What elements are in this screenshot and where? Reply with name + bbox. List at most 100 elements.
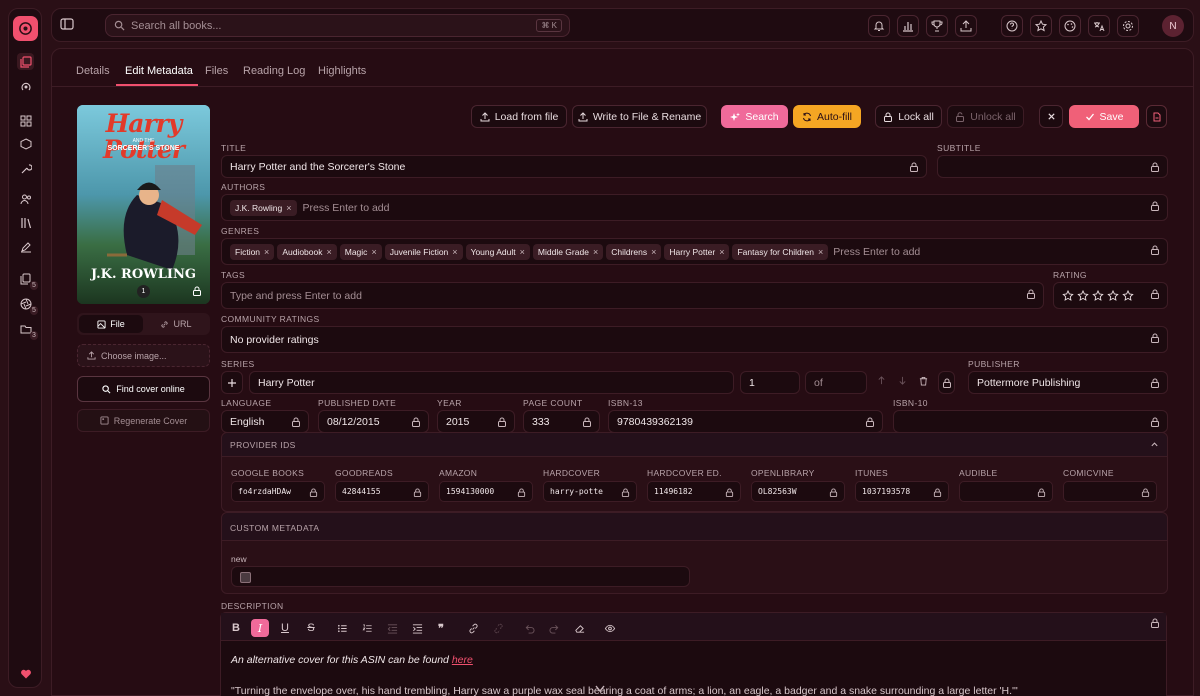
provider-lock-icon[interactable] — [410, 485, 424, 499]
package-icon[interactable] — [17, 135, 34, 152]
language-lock-icon[interactable] — [289, 415, 303, 429]
write-to-file-button[interactable]: Write to File & Rename — [572, 105, 707, 128]
remove-genre-icon[interactable]: × — [326, 247, 331, 257]
tags-field[interactable]: Type and press Enter to add — [221, 282, 1044, 309]
remove-genre-icon[interactable]: × — [719, 247, 724, 257]
provider-id-field[interactable]: 1594130000 — [439, 481, 533, 502]
description-lock-icon[interactable] — [1150, 618, 1160, 628]
save-button[interactable]: Save — [1069, 105, 1139, 128]
dashboard-icon[interactable] — [17, 112, 34, 129]
year-field[interactable]: 2015 — [437, 410, 515, 433]
remove-genre-icon[interactable]: × — [452, 247, 457, 257]
genres-lock-icon[interactable] — [1148, 243, 1162, 257]
description-link[interactable]: here — [452, 654, 473, 666]
title-field[interactable]: Harry Potter and the Sorcerer's Stone — [221, 155, 927, 178]
isbn13-lock-icon[interactable] — [863, 415, 877, 429]
title-lock-icon[interactable] — [907, 160, 921, 174]
series-total-field[interactable]: of — [805, 371, 867, 394]
avatar[interactable]: N — [1162, 15, 1184, 37]
provider-id-field[interactable]: fo4rzdaHDAw — [231, 481, 325, 502]
blockquote-icon[interactable]: ❞ — [432, 619, 450, 637]
provider-lock-icon[interactable] — [1034, 485, 1048, 499]
outdent-icon[interactable] — [383, 619, 401, 637]
heart-icon[interactable] — [17, 665, 34, 682]
find-cover-button[interactable]: Find cover online — [77, 376, 210, 402]
provider-lock-icon[interactable] — [826, 485, 840, 499]
provider-lock-icon[interactable] — [618, 485, 632, 499]
rating-lock-icon[interactable] — [1148, 287, 1162, 301]
help-button[interactable] — [1001, 15, 1023, 37]
authors-field[interactable]: J.K. Rowling × Press Enter to add — [221, 194, 1168, 221]
unlock-all-button[interactable]: Unlock all — [947, 105, 1024, 128]
pen-icon[interactable] — [17, 238, 34, 255]
bullet-list-icon[interactable] — [333, 619, 351, 637]
provider-lock-icon[interactable] — [514, 485, 528, 499]
genres-field[interactable]: Fiction × Audiobook × Magic × Juvenile Fict… — [221, 238, 1168, 265]
page-count-field[interactable]: 333 — [523, 410, 600, 433]
isbn13-field[interactable]: 9780439362139 — [608, 410, 883, 433]
remove-genre-icon[interactable]: × — [264, 247, 269, 257]
series-number-field[interactable]: 1 — [740, 371, 800, 394]
authors-lock-icon[interactable] — [1148, 199, 1162, 213]
provider-id-field[interactable]: 1037193578 — [855, 481, 949, 502]
favorites-button[interactable] — [1030, 15, 1052, 37]
link-icon[interactable] — [464, 619, 482, 637]
search-input[interactable]: Search all books... ⌘ K — [105, 14, 570, 37]
lock-all-button[interactable]: Lock all — [875, 105, 942, 128]
subtitle-lock-icon[interactable] — [1148, 160, 1162, 174]
bold-icon[interactable]: B — [227, 619, 245, 637]
rating-stars[interactable] — [1062, 289, 1138, 302]
users-icon[interactable] — [17, 190, 34, 207]
book-cover[interactable]: Harry Potter AND THE SORCERER'S STONE J.… — [77, 105, 210, 304]
sidebar-toggle-icon[interactable] — [60, 17, 76, 33]
language-field[interactable]: English — [221, 410, 309, 433]
publisher-lock-icon[interactable] — [1148, 376, 1162, 390]
custom-value-field[interactable] — [231, 566, 690, 587]
remove-author-icon[interactable]: × — [286, 203, 291, 213]
theme-button[interactable] — [1059, 15, 1081, 37]
published-date-field[interactable]: 08/12/2015 — [318, 410, 429, 433]
provider-ids-header[interactable]: PROVIDER IDS — [222, 433, 1167, 457]
clear-format-icon[interactable] — [570, 619, 588, 637]
trash-icon[interactable] — [919, 376, 928, 386]
notifications-button[interactable] — [868, 15, 890, 37]
choose-image-button[interactable]: Choose image... — [77, 344, 210, 367]
series-lock-button[interactable] — [938, 371, 955, 394]
export-pdf-button[interactable] — [1146, 105, 1167, 128]
tab-edit-metadata[interactable]: Edit Metadata — [125, 65, 193, 77]
load-from-file-button[interactable]: Load from file — [471, 105, 567, 128]
tab-files[interactable]: Files — [205, 65, 228, 77]
strikethrough-icon[interactable]: S — [302, 619, 320, 637]
cover-source-url[interactable]: URL — [144, 315, 208, 333]
remove-genre-icon[interactable]: × — [818, 247, 823, 257]
underline-icon[interactable]: U — [276, 619, 294, 637]
custom-checkbox[interactable] — [240, 572, 251, 583]
redo-icon[interactable] — [545, 619, 563, 637]
isbn10-field[interactable] — [893, 410, 1168, 433]
community-lock-icon[interactable] — [1148, 331, 1162, 345]
scroll-down-icon[interactable] — [592, 684, 608, 696]
tags-lock-icon[interactable] — [1024, 287, 1038, 301]
year-lock-icon[interactable] — [495, 415, 509, 429]
published-lock-icon[interactable] — [409, 415, 423, 429]
tab-highlights[interactable]: Highlights — [318, 65, 366, 77]
italic-icon[interactable]: I — [251, 619, 269, 637]
publisher-field[interactable]: Pottermore Publishing — [968, 371, 1168, 394]
isbn10-lock-icon[interactable] — [1148, 415, 1162, 429]
upload-button[interactable] — [955, 15, 977, 37]
search-metadata-button[interactable]: Search — [721, 105, 788, 128]
page-count-lock-icon[interactable] — [580, 415, 594, 429]
tab-reading-log[interactable]: Reading Log — [243, 65, 305, 77]
close-button[interactable] — [1039, 105, 1063, 128]
stats-button[interactable] — [897, 15, 919, 37]
provider-id-field[interactable]: OL82563W — [751, 481, 845, 502]
provider-id-field[interactable] — [1063, 481, 1157, 502]
add-series-button[interactable] — [221, 371, 243, 394]
indent-icon[interactable] — [408, 619, 426, 637]
app-logo[interactable] — [13, 16, 38, 41]
bookshelf-icon[interactable] — [17, 214, 34, 231]
preview-eye-icon[interactable] — [601, 619, 619, 637]
numbered-list-icon[interactable] — [358, 619, 376, 637]
remove-genre-icon[interactable]: × — [520, 247, 525, 257]
undo-icon[interactable] — [520, 619, 538, 637]
